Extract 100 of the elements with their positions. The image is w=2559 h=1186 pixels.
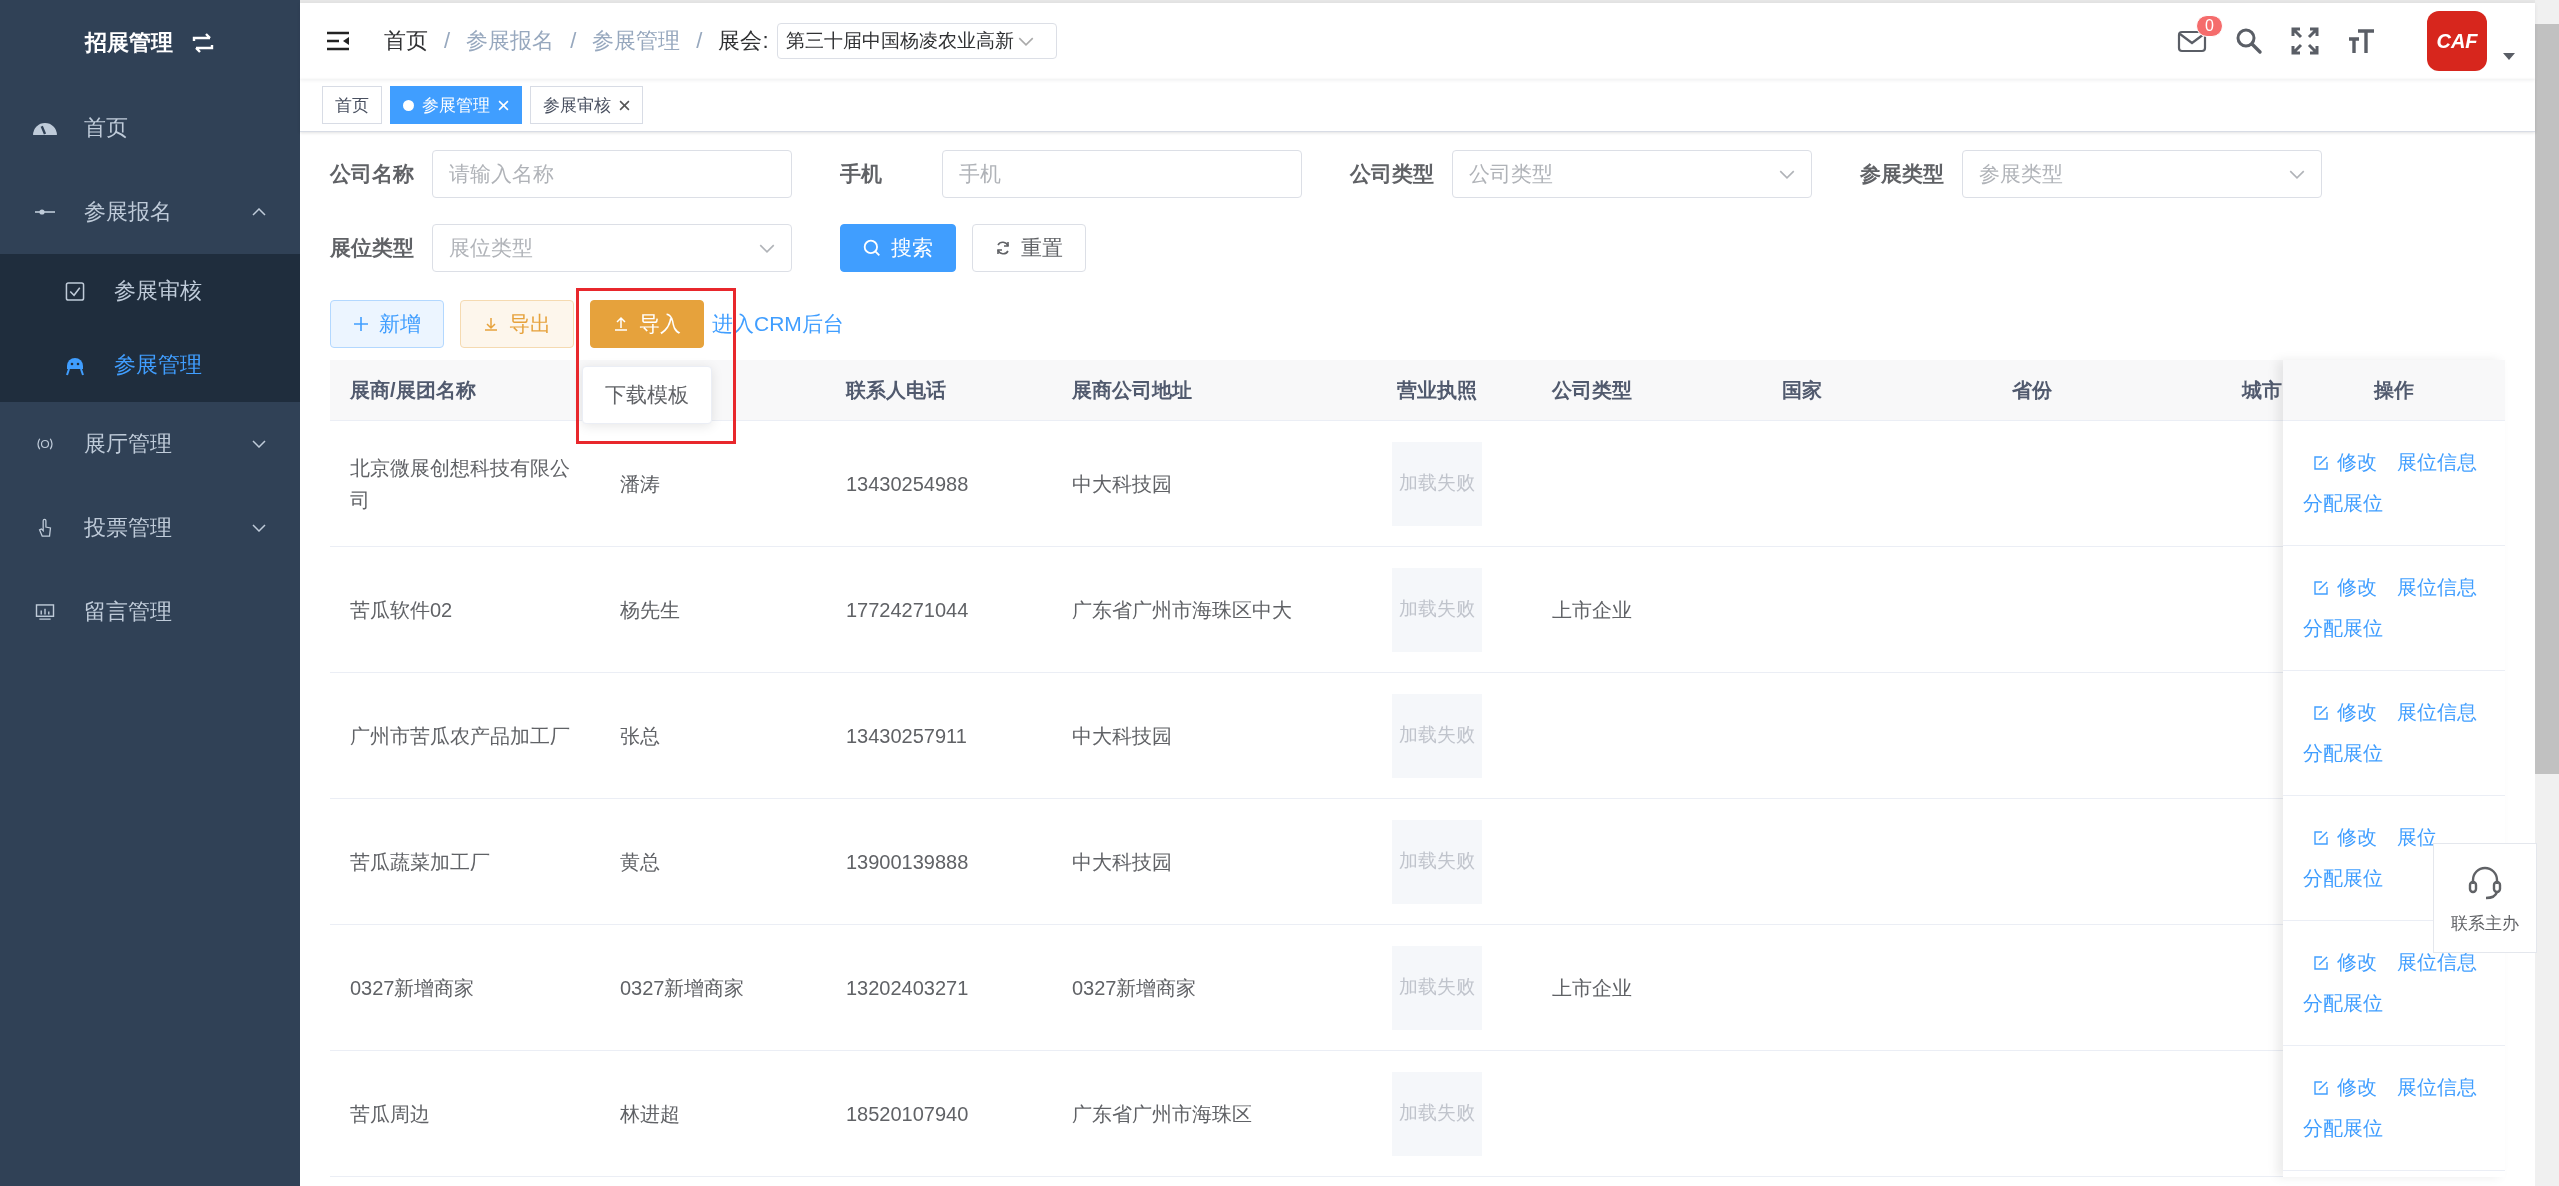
column-header: 公司类型 <box>1552 377 1632 403</box>
search-icon <box>863 239 881 257</box>
filter-label: 公司类型 <box>1350 161 1435 187</box>
upload-icon <box>613 316 629 332</box>
table-cell-text: 13202403271 <box>846 975 969 1001</box>
column-header: 操作 <box>2374 377 2414 403</box>
filter-label: 参展类型 <box>1860 161 1945 187</box>
scrollbar[interactable] <box>2535 0 2559 1186</box>
edit-icon <box>2313 704 2329 721</box>
chevron-icon <box>1017 36 1034 46</box>
table-cell-text: 13900139888 <box>846 849 969 875</box>
search-button[interactable]: 搜索 <box>840 224 956 272</box>
caf-logo[interactable]: CAF <box>2427 11 2487 71</box>
edit-link[interactable]: 修改 <box>2313 949 2377 976</box>
booth-info-link[interactable]: 展位信息 <box>2397 1074 2477 1101</box>
menu-item[interactable]: 展厅管理 <box>0 402 300 486</box>
table-cell-text: 广州市苦瓜农产品加工厂 <box>350 723 570 749</box>
assign-booth-link[interactable]: 分配展位 <box>2303 1115 2383 1142</box>
table-cell-text: 杨先生 <box>620 597 680 623</box>
assign-booth-link[interactable]: 分配展位 <box>2303 865 2383 892</box>
edit-icon <box>2313 1079 2329 1096</box>
contact-widget-label: 联系主办 <box>2451 912 2519 935</box>
reset-button[interactable]: 重置 <box>972 224 1086 272</box>
column-header: 展商/展团名称 <box>350 377 476 403</box>
filter-label: 展位类型 <box>330 235 415 261</box>
table-cell-text: 上市企业 <box>1552 975 1632 1001</box>
table-cell-text: 潘涛 <box>620 471 660 497</box>
add-button[interactable]: 新增 <box>330 300 444 348</box>
mail-icon[interactable] <box>2177 29 2207 53</box>
edit-link[interactable]: 修改 <box>2313 449 2377 476</box>
import-button[interactable]: 导入 <box>590 300 704 348</box>
booth-info-link[interactable]: 展位信息 <box>2397 449 2477 476</box>
column-header: 城市 <box>2242 377 2282 403</box>
edit-icon <box>2313 829 2329 846</box>
contact-widget[interactable]: 联系主办 <box>2433 843 2537 953</box>
close-icon[interactable] <box>619 99 630 111</box>
assign-booth-link[interactable]: 分配展位 <box>2303 990 2383 1017</box>
table-cell-text: 林进超 <box>620 1101 680 1127</box>
select-field[interactable]: 展位类型 <box>432 224 792 272</box>
breadcrumb-link[interactable]: 参展管理 <box>592 26 681 56</box>
booth-info-link[interactable]: 展位信息 <box>2397 699 2477 726</box>
chevron-icon <box>759 243 775 253</box>
table-cell-text: 张总 <box>620 723 660 749</box>
menu-item[interactable]: 首页 <box>0 86 300 170</box>
table-cell-text: 中大科技园 <box>1072 849 1172 875</box>
swap-icon[interactable] <box>191 33 215 53</box>
export-button[interactable]: 导出 <box>460 300 574 348</box>
submenu-item[interactable]: 参展审核 <box>0 254 300 328</box>
breadcrumb-link[interactable]: 首页 <box>384 26 428 56</box>
exhibition-label: 展会: <box>718 27 769 55</box>
page-tab[interactable]: 参展审核 <box>530 86 643 124</box>
edit-icon <box>2313 454 2329 471</box>
download-template-option[interactable]: 下载模板 <box>605 383 689 406</box>
edit-icon <box>2313 954 2329 971</box>
fullscreen-icon[interactable] <box>2291 27 2319 55</box>
table-cell-text: 18520107940 <box>846 1101 969 1127</box>
menu-icon[interactable] <box>326 31 350 51</box>
chevron-icon <box>2289 169 2305 179</box>
table-cell-text: 中大科技园 <box>1072 723 1172 749</box>
booth-info-link[interactable]: 展位信息 <box>2397 574 2477 601</box>
submenu-item[interactable]: 参展管理 <box>0 328 300 402</box>
input-field[interactable]: 手机 <box>942 150 1302 198</box>
table-cell-text: 苦瓜周边 <box>350 1101 430 1127</box>
menu-item[interactable]: 留言管理 <box>0 570 300 654</box>
table-cell-text: 黄总 <box>620 849 660 875</box>
active-dot-icon <box>403 99 414 111</box>
edit-link[interactable]: 修改 <box>2313 699 2377 726</box>
edit-link[interactable]: 修改 <box>2313 824 2377 851</box>
breadcrumb-separator: / <box>570 28 577 54</box>
font-size-icon[interactable] <box>2347 27 2375 55</box>
column-header: 展商公司地址 <box>1072 377 1192 403</box>
menu-item[interactable]: 参展报名 <box>0 170 300 254</box>
caret-icon[interactable] <box>2503 52 2515 60</box>
table-cell-text: 13430257911 <box>846 723 967 749</box>
page-tab[interactable]: 参展管理 <box>390 86 522 124</box>
assign-booth-link[interactable]: 分配展位 <box>2303 740 2383 767</box>
slider-icon <box>32 208 58 216</box>
table-cell-text: 0327新增商家 <box>1072 975 1197 1001</box>
assign-booth-link[interactable]: 分配展位 <box>2303 490 2383 517</box>
notification-badge: 0 <box>2196 15 2223 37</box>
download-icon <box>483 316 499 332</box>
table-cell-text: 0327新增商家 <box>350 975 475 1001</box>
plus-icon <box>353 316 369 332</box>
column-header: 联系人电话 <box>846 377 946 403</box>
table-cell-text: 上市企业 <box>1552 597 1632 623</box>
edit-link[interactable]: 修改 <box>2313 1074 2377 1101</box>
menu-item[interactable]: 投票管理 <box>0 486 300 570</box>
breadcrumb-link[interactable]: 参展报名 <box>466 26 555 56</box>
edit-link[interactable]: 修改 <box>2313 574 2377 601</box>
scrollbar-thumb[interactable] <box>2535 24 2559 774</box>
column-header: 省份 <box>2012 377 2052 403</box>
select-field[interactable]: 公司类型 <box>1452 150 1812 198</box>
assign-booth-link[interactable]: 分配展位 <box>2303 615 2383 642</box>
page-tab[interactable]: 首页 <box>322 86 382 124</box>
filter-label: 公司名称 <box>330 161 415 187</box>
search-icon[interactable] <box>2235 27 2263 55</box>
select-field[interactable]: 参展类型 <box>1962 150 2322 198</box>
sidebar-title: 招展管理 <box>85 29 173 57</box>
input-field[interactable]: 请输入名称 <box>432 150 792 198</box>
exhibition-select[interactable]: 第三十届中国杨凌农业高新 <box>776 23 1057 59</box>
